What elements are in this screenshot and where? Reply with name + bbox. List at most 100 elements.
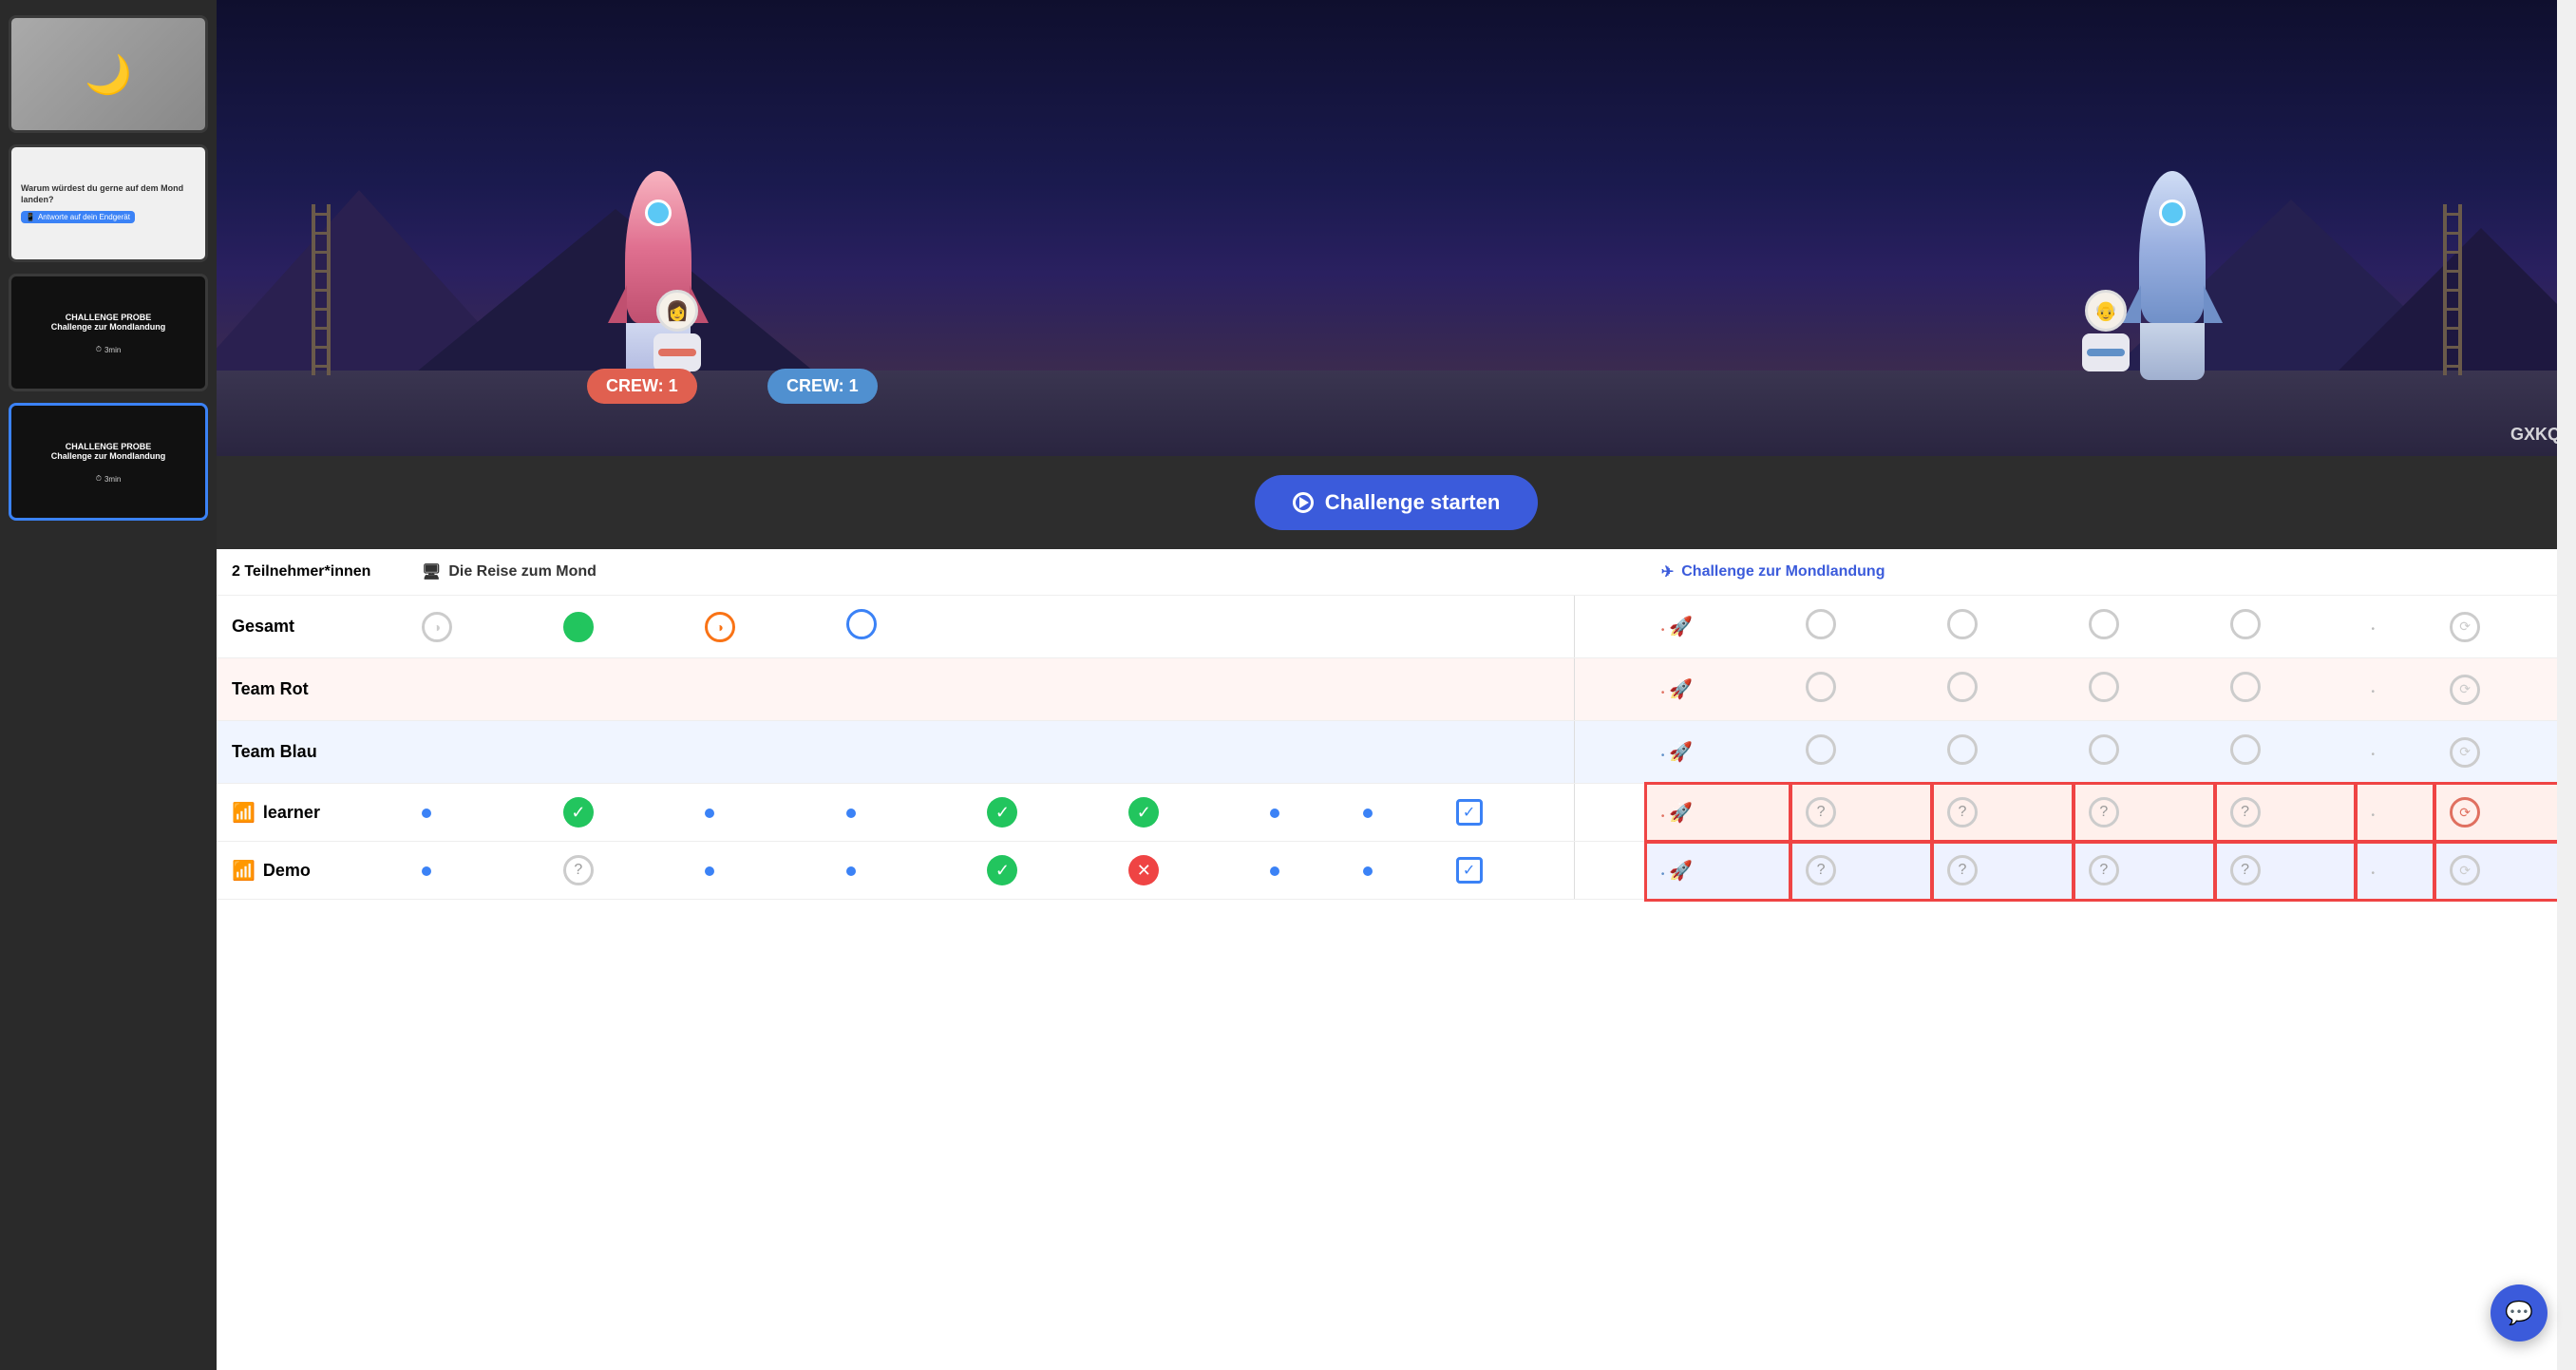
learner-dot-1 (422, 809, 431, 818)
learner-timer-icon: ⟳ (2450, 797, 2480, 828)
gesamt-ch-dot: • (1661, 625, 1665, 636)
learner-s1-dot3 (831, 784, 973, 842)
demo-s1-question: ? (548, 842, 690, 900)
gesamt-ch-circle-4 (2230, 609, 2261, 639)
learner-ch-rocket-icon: 🚀 (1669, 803, 1693, 824)
learner-name-label: learner (263, 803, 320, 823)
slide-3-title: CHALLENGE PROBEChallenge zur Mondlandung (46, 307, 172, 337)
team-blau-ch-circle-2 (1947, 734, 1978, 765)
learner-ch-dot-2: • (2371, 810, 2375, 821)
data-table: 2 Teilnehmer*innen 🖥 Die Reise zum Mond … (217, 549, 2576, 900)
row-demo: 📶 Demo ? ✓ ✕ ✓ (217, 842, 2576, 900)
learner-dot-2 (705, 809, 714, 818)
slide-thumb-2[interactable]: Warum würdest du gerne auf dem Mond land… (9, 144, 208, 262)
challenge-start-button[interactable]: Challenge starten (1255, 475, 1539, 530)
learner-check-3: ✓ (1128, 797, 1159, 828)
demo-s1-dot5 (1348, 842, 1441, 900)
demo-check-1: ✓ (987, 855, 1017, 885)
demo-dot-1 (422, 866, 431, 876)
demo-ch-dot-2: • (2371, 868, 2375, 879)
demo-x-1: ✕ (1128, 855, 1159, 885)
tower-left (312, 204, 331, 375)
rocket-blue-body (2139, 171, 2206, 323)
row-team-blau-name: Team Blau (217, 721, 407, 784)
mountains (217, 190, 2576, 380)
slide-2-title: Warum würdest du gerne auf dem Mond land… (21, 183, 196, 205)
participants-count: 2 Teilnehmer*innen (232, 563, 370, 580)
gesamt-circle-2: ● (563, 612, 594, 642)
rocket-blue (2139, 171, 2206, 380)
team-rot-dot-2: • (2371, 687, 2375, 697)
gesamt-ch-4 (2215, 596, 2357, 658)
gesamt-circle-4 (846, 609, 877, 639)
learner-dot-5 (1363, 809, 1373, 818)
rocket-blue-lower (2140, 323, 2205, 380)
astronaut-right-belt (2087, 349, 2125, 356)
data-area: 2 Teilnehmer*innen 🖥 Die Reise zum Mond … (217, 549, 2576, 1370)
astronaut-right: 👴 (2073, 290, 2139, 375)
demo-ch-rocket-icon: 🚀 (1669, 861, 1693, 882)
rocket-blue-window (2159, 200, 2186, 226)
learner-s1-dot4 (1255, 784, 1348, 842)
gesamt-ch-dot2: • (2356, 596, 2434, 658)
team-blau-ch-rocket: • 🚀 (1646, 721, 1790, 784)
demo-dot-2 (705, 866, 714, 876)
demo-question-4: ? (2230, 855, 2261, 885)
learner-wifi-icon: 📶 (232, 801, 256, 825)
gesamt-ch-rocket: • 🚀 (1646, 596, 1790, 658)
mountain-2 (407, 209, 824, 380)
demo-checkbox: ✓ (1456, 857, 1483, 884)
slide-thumb-4[interactable]: CHALLENGE PROBEChallenge zur Mondlandung… (9, 403, 208, 521)
crew-badge-right: CREW: 1 (767, 369, 878, 404)
team-rot-dot: • (1661, 688, 1665, 698)
slide-panel: 🌙 Warum würdest du gerne auf dem Mond la… (0, 0, 217, 1370)
team-blau-ch-circle-1 (1806, 734, 1836, 765)
demo-dot-3 (846, 866, 856, 876)
main-content: 👩 👴 CREW: 1 CREW: 1 GXKQ (217, 0, 2576, 1370)
gesamt-cell-1: ◑ (407, 596, 548, 658)
slide-thumb-3[interactable]: CHALLENGE PROBEChallenge zur Mondlandung… (9, 274, 208, 391)
team-blau-rocket-icon: 🚀 (1669, 742, 1693, 763)
learner-dot-4 (1270, 809, 1279, 818)
right-scrollbar[interactable] (2557, 0, 2576, 1370)
learner-s1-check3: ✓ (1113, 784, 1255, 842)
team-blau-ch-1 (1790, 721, 1932, 784)
team-rot-ch-circle-1 (1806, 672, 1836, 702)
demo-ch-dot2: • (2356, 842, 2434, 900)
astronaut-left: 👩 (644, 290, 710, 375)
slide-thumb-1[interactable]: 🌙 (9, 15, 208, 133)
team-rot-ch-timer: ⟳ (2434, 658, 2576, 721)
chat-button[interactable]: 💬 (2491, 1284, 2548, 1341)
learner-divider (1574, 784, 1646, 842)
learner-s1-check1: ✓ (548, 784, 690, 842)
slide-4-duration: ⏱ 3min (92, 472, 125, 487)
team-blau-timer: ⟳ (2450, 737, 2480, 768)
gesamt-ch-circle-2 (1947, 609, 1978, 639)
demo-dot-5 (1363, 866, 1373, 876)
learner-question-3: ? (2089, 797, 2119, 828)
learner-s1-check2: ✓ (972, 784, 1113, 842)
team-rot-ch-circle-4 (2230, 672, 2261, 702)
gesamt-cell-2: ● (548, 596, 690, 658)
demo-question-1: ? (1806, 855, 1836, 885)
game-code: GXKQ (2510, 425, 2561, 445)
team-blau-empty (407, 721, 1574, 784)
demo-timer-icon: ⟳ (2450, 855, 2480, 885)
chat-icon: 💬 (2505, 1300, 2533, 1327)
play-icon (1293, 492, 1314, 513)
gesamt-ch-dot-2: • (2371, 624, 2375, 635)
col-divider (1574, 549, 1646, 596)
team-blau-ch-4 (2215, 721, 2357, 784)
team-blau-dot: • (1661, 751, 1665, 761)
astronaut-left-belt (658, 349, 696, 356)
row-gesamt: Gesamt ◑ ● ◑ (217, 596, 2576, 658)
slide-4-title: CHALLENGE PROBEChallenge zur Mondlandung (46, 436, 172, 466)
col-section2-header: ✈ Challenge zur Mondlandung (1646, 549, 2576, 596)
demo-dot-4 (1270, 866, 1279, 876)
gesamt-empty (972, 596, 1574, 658)
learner-dot-3 (846, 809, 856, 818)
section1-label: Die Reise zum Mond (448, 563, 597, 580)
learner-ch-2: ? (1932, 784, 2074, 842)
demo-ch-rocket: • 🚀 (1646, 842, 1790, 900)
gesamt-ch-timer-icon: ⟳ (2450, 612, 2480, 642)
